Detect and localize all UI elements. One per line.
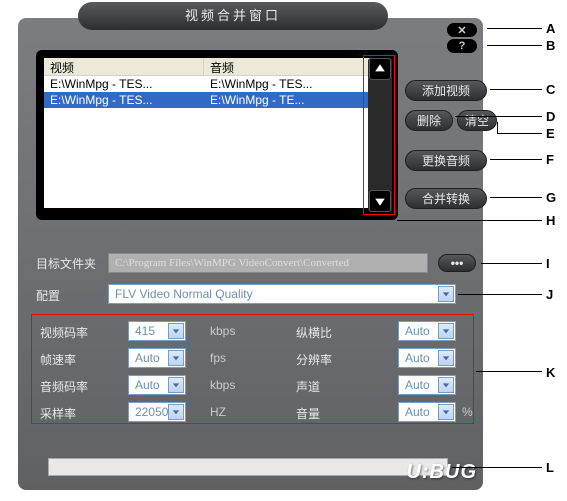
table-row[interactable]: E:\WinMpg - TES... E:\WinMpg - TE... — [44, 92, 374, 108]
browse-button[interactable]: ••• — [438, 254, 476, 272]
col-video[interactable]: 视频 — [44, 58, 204, 75]
clear-button[interactable]: 清空 — [457, 110, 497, 131]
list-header: 视频 音频 — [44, 58, 374, 76]
annot-I: I — [546, 256, 550, 271]
cell-audio: E:\WinMpg - TE... — [204, 92, 364, 108]
close-icon[interactable]: ✕ — [447, 23, 477, 37]
list-container: 视频 音频 E:\WinMpg - TES... E:\WinMpg - TES… — [36, 50, 398, 220]
chevron-down-icon — [438, 286, 454, 302]
annot-K: K — [546, 365, 555, 380]
annot-G: G — [546, 190, 556, 205]
annot-H: H — [546, 213, 555, 228]
config-value: FLV Video Normal Quality — [115, 287, 253, 301]
annot-box-h — [363, 55, 395, 215]
config-label: 配置 — [36, 287, 60, 304]
annot-A: A — [546, 21, 555, 36]
dest-folder-field: C:\Program Files\WinMPG VideoConvert\Con… — [108, 253, 428, 273]
merge-convert-button[interactable]: 合并转换 — [405, 188, 487, 209]
annot-L: L — [546, 460, 554, 475]
help-icon[interactable]: ? — [447, 39, 477, 53]
annot-E: E — [546, 126, 555, 141]
table-row[interactable]: E:\WinMpg - TES... E:\WinMpg - TES... — [44, 76, 374, 92]
brand-watermark: U:BUG — [406, 461, 477, 484]
col-audio[interactable]: 音频 — [204, 58, 364, 75]
replace-audio-button[interactable]: 更换音频 — [405, 150, 487, 171]
status-bar — [48, 458, 448, 476]
annot-F: F — [546, 152, 554, 167]
cell-audio: E:\WinMpg - TES... — [204, 76, 364, 92]
annot-box-k — [31, 314, 474, 424]
window-title: 视频合并窗口 — [78, 2, 388, 30]
config-select[interactable]: FLV Video Normal Quality — [108, 284, 456, 304]
file-list[interactable]: 视频 音频 E:\WinMpg - TES... E:\WinMpg - TES… — [44, 58, 374, 208]
annot-B: B — [546, 38, 555, 53]
annot-J: J — [546, 287, 553, 302]
annot-C: C — [546, 82, 555, 97]
dest-folder-label: 目标文件夹 — [36, 255, 96, 272]
delete-button[interactable]: 删除 — [405, 110, 453, 131]
cell-video: E:\WinMpg - TES... — [44, 76, 204, 92]
add-video-button[interactable]: 添加视频 — [405, 80, 487, 101]
cell-video: E:\WinMpg - TES... — [44, 92, 204, 108]
annot-D: D — [546, 109, 555, 124]
